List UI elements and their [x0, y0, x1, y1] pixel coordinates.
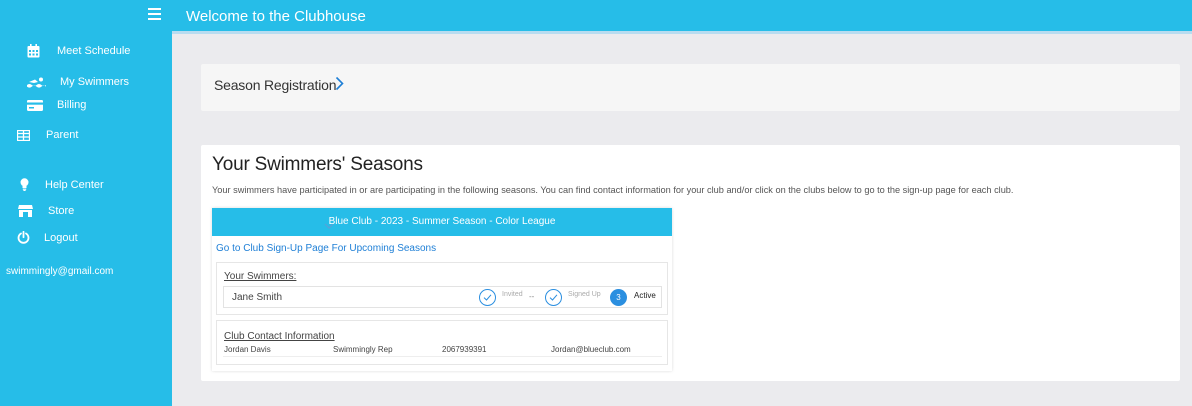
sidebar: Meet Schedule My Swimmers Billing Parent… [0, 0, 172, 406]
your-swimmers-section: Your Swimmers: Jane Smith Invited -- Sig… [216, 262, 668, 315]
swimmers-seasons-card: Your Swimmers' Seasons Your swimmers hav… [201, 145, 1180, 381]
step-active-label: Active [634, 291, 656, 300]
contact-row: Jordan Davis Swimmingly Rep 2067939391 J… [223, 344, 662, 357]
seasons-description: Your swimmers have participated in or ar… [212, 185, 1014, 195]
sidebar-item-store[interactable]: Store [18, 205, 74, 217]
club-season-title: Blue Club - 2023 - Summer Season - Color… [328, 216, 556, 227]
sidebar-item-label: Billing [57, 99, 87, 111]
contact-role: Swimmingly Rep [333, 345, 393, 354]
club-contact-label: Club Contact Information [224, 331, 335, 342]
contact-phone: 2067939391 [442, 345, 487, 354]
step-invited-label: Invited [502, 291, 523, 298]
user-email: swimmingly@gmail.com [6, 266, 114, 277]
step-number-badge: 3 [610, 289, 627, 306]
contact-name: Jordan Davis [224, 345, 271, 354]
table-icon [17, 129, 30, 141]
top-header: Welcome to the Clubhouse [172, 0, 1192, 34]
hamburger-menu-icon[interactable] [148, 8, 161, 20]
sidebar-item-label: My Swimmers [60, 76, 130, 88]
step-signed-up-label: Signed Up [568, 291, 601, 298]
sidebar-top [0, 0, 172, 34]
page-title: Welcome to the Clubhouse [186, 8, 366, 25]
store-icon [18, 205, 33, 217]
sidebar-item-parent[interactable]: Parent [17, 129, 78, 141]
season-registration-label[interactable]: Season Registration [214, 77, 336, 93]
credit-card-icon [27, 99, 43, 111]
season-registration-card[interactable]: Season Registration [201, 64, 1180, 111]
contact-email: Jordan@blueclub.com [551, 345, 631, 354]
club-signup-link[interactable]: Go to Club Sign-Up Page For Upcoming Sea… [216, 243, 436, 254]
club-season-header[interactable]: Blue Club - 2023 - Summer Season - Color… [212, 208, 672, 236]
swimmer-name: Jane Smith [232, 292, 283, 303]
lightbulb-icon [20, 178, 29, 191]
sidebar-item-label: Help Center [45, 178, 104, 191]
sidebar-item-logout[interactable]: Logout [17, 231, 78, 244]
your-swimmers-label: Your Swimmers: [224, 271, 297, 282]
power-icon [17, 231, 30, 244]
seasons-title: Your Swimmers' Seasons [212, 154, 423, 175]
calendar-icon [27, 44, 40, 58]
sidebar-item-label: Meet Schedule [57, 45, 131, 57]
sidebar-item-billing[interactable]: Billing [27, 99, 86, 111]
sidebar-item-label: Parent [46, 129, 79, 141]
swimmer-row: Jane Smith Invited -- Signed Up 3 Active [223, 286, 662, 308]
step-separator: -- [529, 292, 535, 301]
chevron-right-icon[interactable] [335, 76, 344, 96]
invited-check-icon [479, 289, 496, 306]
sidebar-item-my-swimmers[interactable]: My Swimmers [27, 76, 129, 88]
sidebar-item-meet-schedule[interactable]: Meet Schedule [27, 44, 130, 58]
signed-up-check-icon [545, 289, 562, 306]
club-contact-section: Club Contact Information Jordan Davis Sw… [216, 320, 668, 365]
sidebar-item-label: Store [48, 205, 75, 217]
sidebar-item-label: Logout [44, 231, 78, 244]
club-season-panel: Blue Club - 2023 - Summer Season - Color… [212, 208, 672, 371]
sidebar-item-help-center[interactable]: Help Center [20, 178, 104, 191]
swimmer-icon [27, 77, 46, 88]
